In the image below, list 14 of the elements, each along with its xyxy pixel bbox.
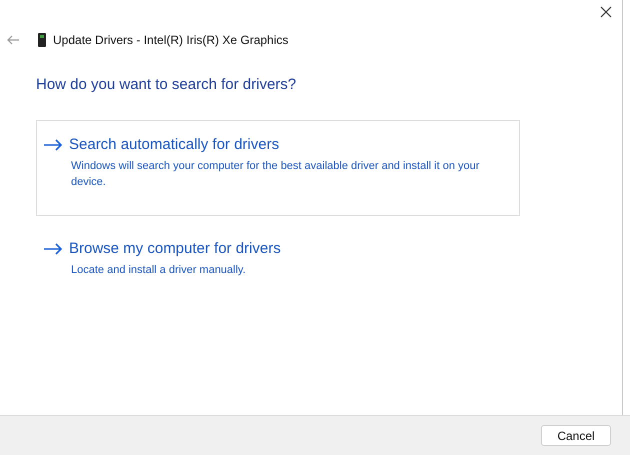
option-title: Browse my computer for drivers	[69, 238, 281, 258]
option-link[interactable]: Search automatically for drivers Windows will search your computer for the best available driver and install it on your device.	[36, 120, 520, 216]
arrow-icon	[43, 138, 63, 151]
window-title: Update Drivers - Intel(R) Iris(R) Xe Graphics	[53, 32, 288, 49]
back-arrow-icon[interactable]	[6, 35, 20, 45]
device-icon	[38, 33, 46, 47]
option-title: Search automatically for drivers	[69, 134, 280, 154]
option-link[interactable]: Browse my computer for drivers Locate and install a driver manually.	[36, 224, 520, 291]
arrow-icon	[43, 242, 63, 255]
option-description: Locate and install a driver manually.	[71, 263, 247, 278]
page-heading: How do you want to search for drivers?	[36, 75, 298, 95]
close-icon[interactable]	[600, 6, 612, 18]
cancel-button[interactable]: Cancel	[541, 425, 611, 446]
option-description: Windows will search your computer for the best available driver and install it on your device.	[71, 159, 480, 190]
